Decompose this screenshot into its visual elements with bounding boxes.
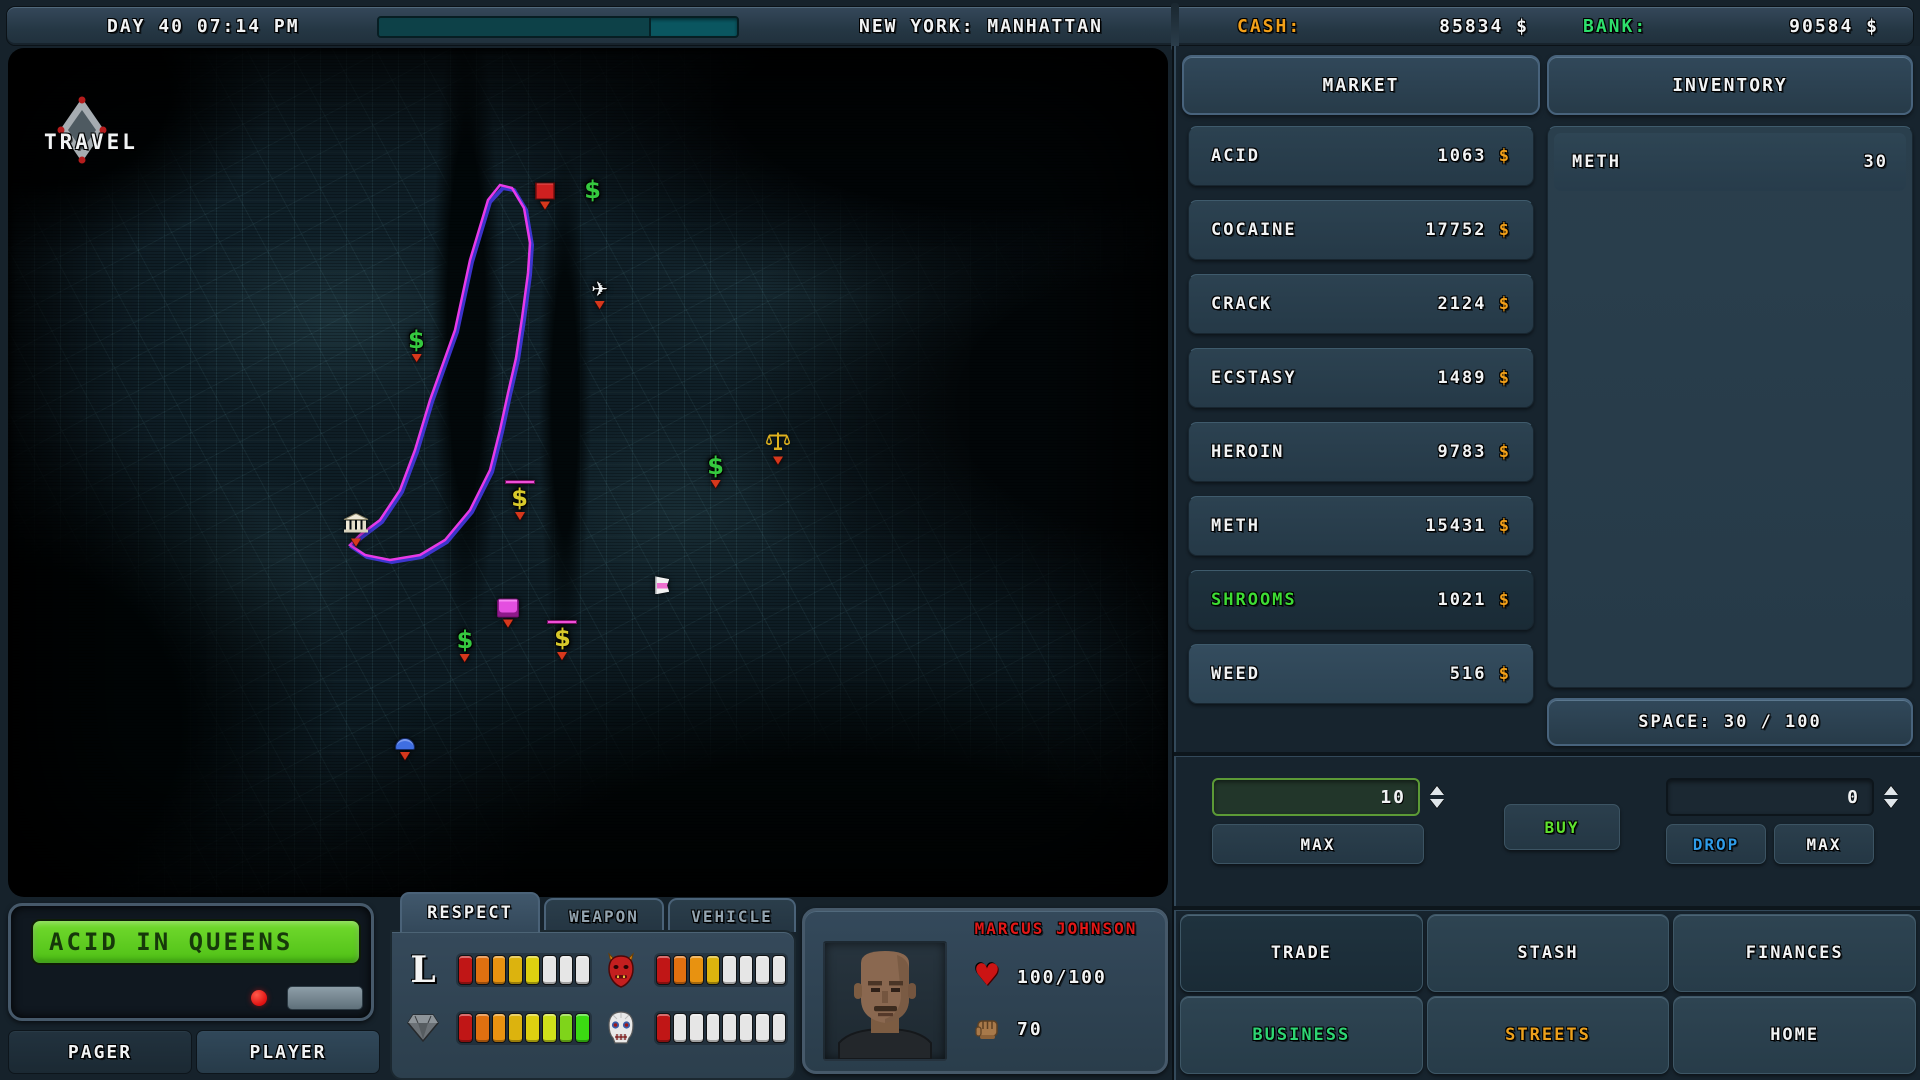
health-heart-icon: ♥ — [969, 959, 1005, 991]
player-name: MARCUS JOHNSON — [951, 919, 1161, 938]
dollar-sign-icon: $ — [1499, 146, 1511, 166]
nav-home-button[interactable]: HOME — [1673, 996, 1916, 1074]
diamond-icon — [404, 1008, 442, 1048]
region-outline — [350, 185, 530, 560]
sell-max-button[interactable]: MAX — [1774, 824, 1874, 864]
time-progress-fill — [379, 18, 651, 36]
skull-mask-icon — [602, 1008, 640, 1048]
level-progress-bar — [456, 953, 592, 987]
dollar-marker[interactable]: $ — [707, 454, 724, 488]
sell-quantity-input[interactable] — [1666, 778, 1874, 816]
tab-vehicle[interactable]: VEHICLE — [668, 898, 796, 932]
plane-marker[interactable]: ✈ — [591, 279, 608, 309]
nav-streets-button[interactable]: STREETS — [1427, 996, 1670, 1074]
dollar-sign-icon: $ — [1499, 220, 1511, 240]
market-item-ecstasy[interactable]: ECSTASY 1489 $ — [1188, 348, 1534, 408]
nav-business-button[interactable]: BUSINESS — [1180, 996, 1423, 1074]
level-l-icon: L — [404, 950, 442, 990]
top-status-bar: DAY 40 07:14 PM NEW YORK: MANHATTAN CASH… — [6, 6, 1914, 46]
dollar-sign-icon: $ — [1499, 368, 1511, 388]
market-item-cocaine[interactable]: COCAINE 17752 $ — [1188, 200, 1534, 260]
buy-button[interactable]: BUY — [1504, 804, 1620, 850]
market-item-crack[interactable]: CRACK 2124 $ — [1188, 274, 1534, 334]
player-card: MARCUS JOHNSON ♥ 100/100 — [802, 908, 1168, 1074]
diamond-progress-bar — [456, 1011, 592, 1045]
navigation-grid: TRADE STASH FINANCES BUSINESS STREETS HO… — [1180, 914, 1916, 1074]
bank-value: 90584 $ — [1745, 16, 1879, 37]
inventory-list: METH 30 — [1547, 126, 1913, 688]
buy-max-button[interactable]: MAX — [1212, 824, 1424, 864]
panel-separator — [1174, 752, 1920, 756]
strength-fist-icon — [969, 1013, 1005, 1045]
devil-progress-bar — [654, 953, 788, 987]
dollar-sign-icon: $ — [1499, 664, 1511, 684]
tab-weapon[interactable]: WEAPON — [544, 898, 664, 932]
devil-mask-icon — [602, 950, 640, 990]
bank-label: BANK: — [1583, 16, 1647, 37]
flag-marker[interactable] — [655, 576, 669, 594]
game-screen: DAY 40 07:14 PM NEW YORK: MANHATTAN CASH… — [0, 0, 1920, 1080]
stepper-up-icon[interactable] — [1884, 786, 1898, 795]
dollar-bar-marker[interactable]: $ — [547, 620, 577, 660]
dollar-sign-icon: $ — [1499, 516, 1511, 536]
drop-button[interactable]: DROP — [1666, 824, 1766, 864]
mask-progress-bar — [654, 1011, 788, 1045]
top-bar-divider — [1171, 3, 1179, 51]
dollar-sign-icon: $ — [1499, 442, 1511, 462]
buy-quantity-stepper[interactable] — [1430, 786, 1444, 808]
pager-message: ACID IN QUEENS — [49, 928, 293, 956]
nav-trade-button[interactable]: TRADE — [1180, 914, 1423, 992]
nav-stash-button[interactable]: STASH — [1427, 914, 1670, 992]
nav-finances-button[interactable]: FINANCES — [1673, 914, 1916, 992]
stepper-down-icon[interactable] — [1884, 799, 1898, 808]
dollar-sign-icon: $ — [1499, 590, 1511, 610]
dollar-marker[interactable]: $ — [457, 628, 474, 662]
dollar-marker[interactable]: $ — [408, 328, 425, 362]
stepper-down-icon[interactable] — [1430, 799, 1444, 808]
cash-value: 85834 $ — [1395, 16, 1529, 37]
tab-respect[interactable]: RESPECT — [400, 892, 540, 932]
health-value: 100/100 — [1017, 967, 1107, 988]
pager-lcd-display: ACID IN QUEENS — [31, 919, 361, 965]
player-tab-button[interactable]: PLAYER — [196, 1030, 380, 1074]
location-label: NEW YORK: MANHATTAN — [859, 16, 1103, 37]
dollar-sign-icon: $ — [1499, 294, 1511, 314]
pager-tab-button[interactable]: PAGER — [8, 1030, 192, 1074]
cash-label: CASH: — [1237, 16, 1301, 37]
time-progress-bar — [377, 16, 739, 38]
travel-label: TRAVEL — [44, 130, 138, 154]
market-list: ACID 1063 $ COCAINE 17752 $ CRACK 2124 $… — [1182, 126, 1540, 718]
player-portrait — [823, 941, 947, 1061]
market-item-weed[interactable]: WEED 516 $ — [1188, 644, 1534, 704]
shop-marker[interactable] — [497, 599, 519, 628]
pager-slider[interactable] — [287, 986, 363, 1010]
day-time-label: DAY 40 07:14 PM — [107, 16, 300, 37]
market-item-meth[interactable]: METH 15431 $ — [1188, 496, 1534, 556]
dome-marker[interactable] — [395, 738, 415, 760]
scales-marker[interactable] — [766, 431, 790, 464]
city-map[interactable]: TRAVEL $ ✈ $ $ $ $ $ — [8, 48, 1168, 897]
trade-panel: MARKET INVENTORY ACID 1063 $ COCAINE 177… — [1172, 46, 1920, 1080]
inventory-space-label: SPACE: 30 / 100 — [1547, 698, 1913, 746]
sell-quantity-stepper[interactable] — [1884, 786, 1898, 808]
market-item-heroin[interactable]: HEROIN 9783 $ — [1188, 422, 1534, 482]
buy-quantity-input[interactable] — [1212, 778, 1420, 816]
dollar-bar-marker[interactable]: $ — [505, 480, 535, 520]
inventory-item-meth[interactable]: METH 30 — [1554, 133, 1906, 191]
dollar-marker[interactable]: $ — [584, 178, 601, 202]
market-item-shrooms[interactable]: SHROOMS 1021 $ — [1188, 570, 1534, 630]
respect-stats-panel: L — [390, 930, 796, 1080]
strength-value: 70 — [1017, 1019, 1043, 1040]
market-item-acid[interactable]: ACID 1063 $ — [1188, 126, 1534, 186]
pager-status-light-icon — [251, 990, 267, 1006]
pager-device: ACID IN QUEENS — [8, 903, 374, 1021]
bank-marker[interactable] — [343, 514, 369, 547]
market-panel-title: MARKET — [1182, 55, 1540, 115]
inventory-panel-title: INVENTORY — [1547, 55, 1913, 115]
stepper-up-icon[interactable] — [1430, 786, 1444, 795]
panel-separator — [1174, 906, 1920, 910]
crate-marker[interactable] — [535, 182, 555, 209]
